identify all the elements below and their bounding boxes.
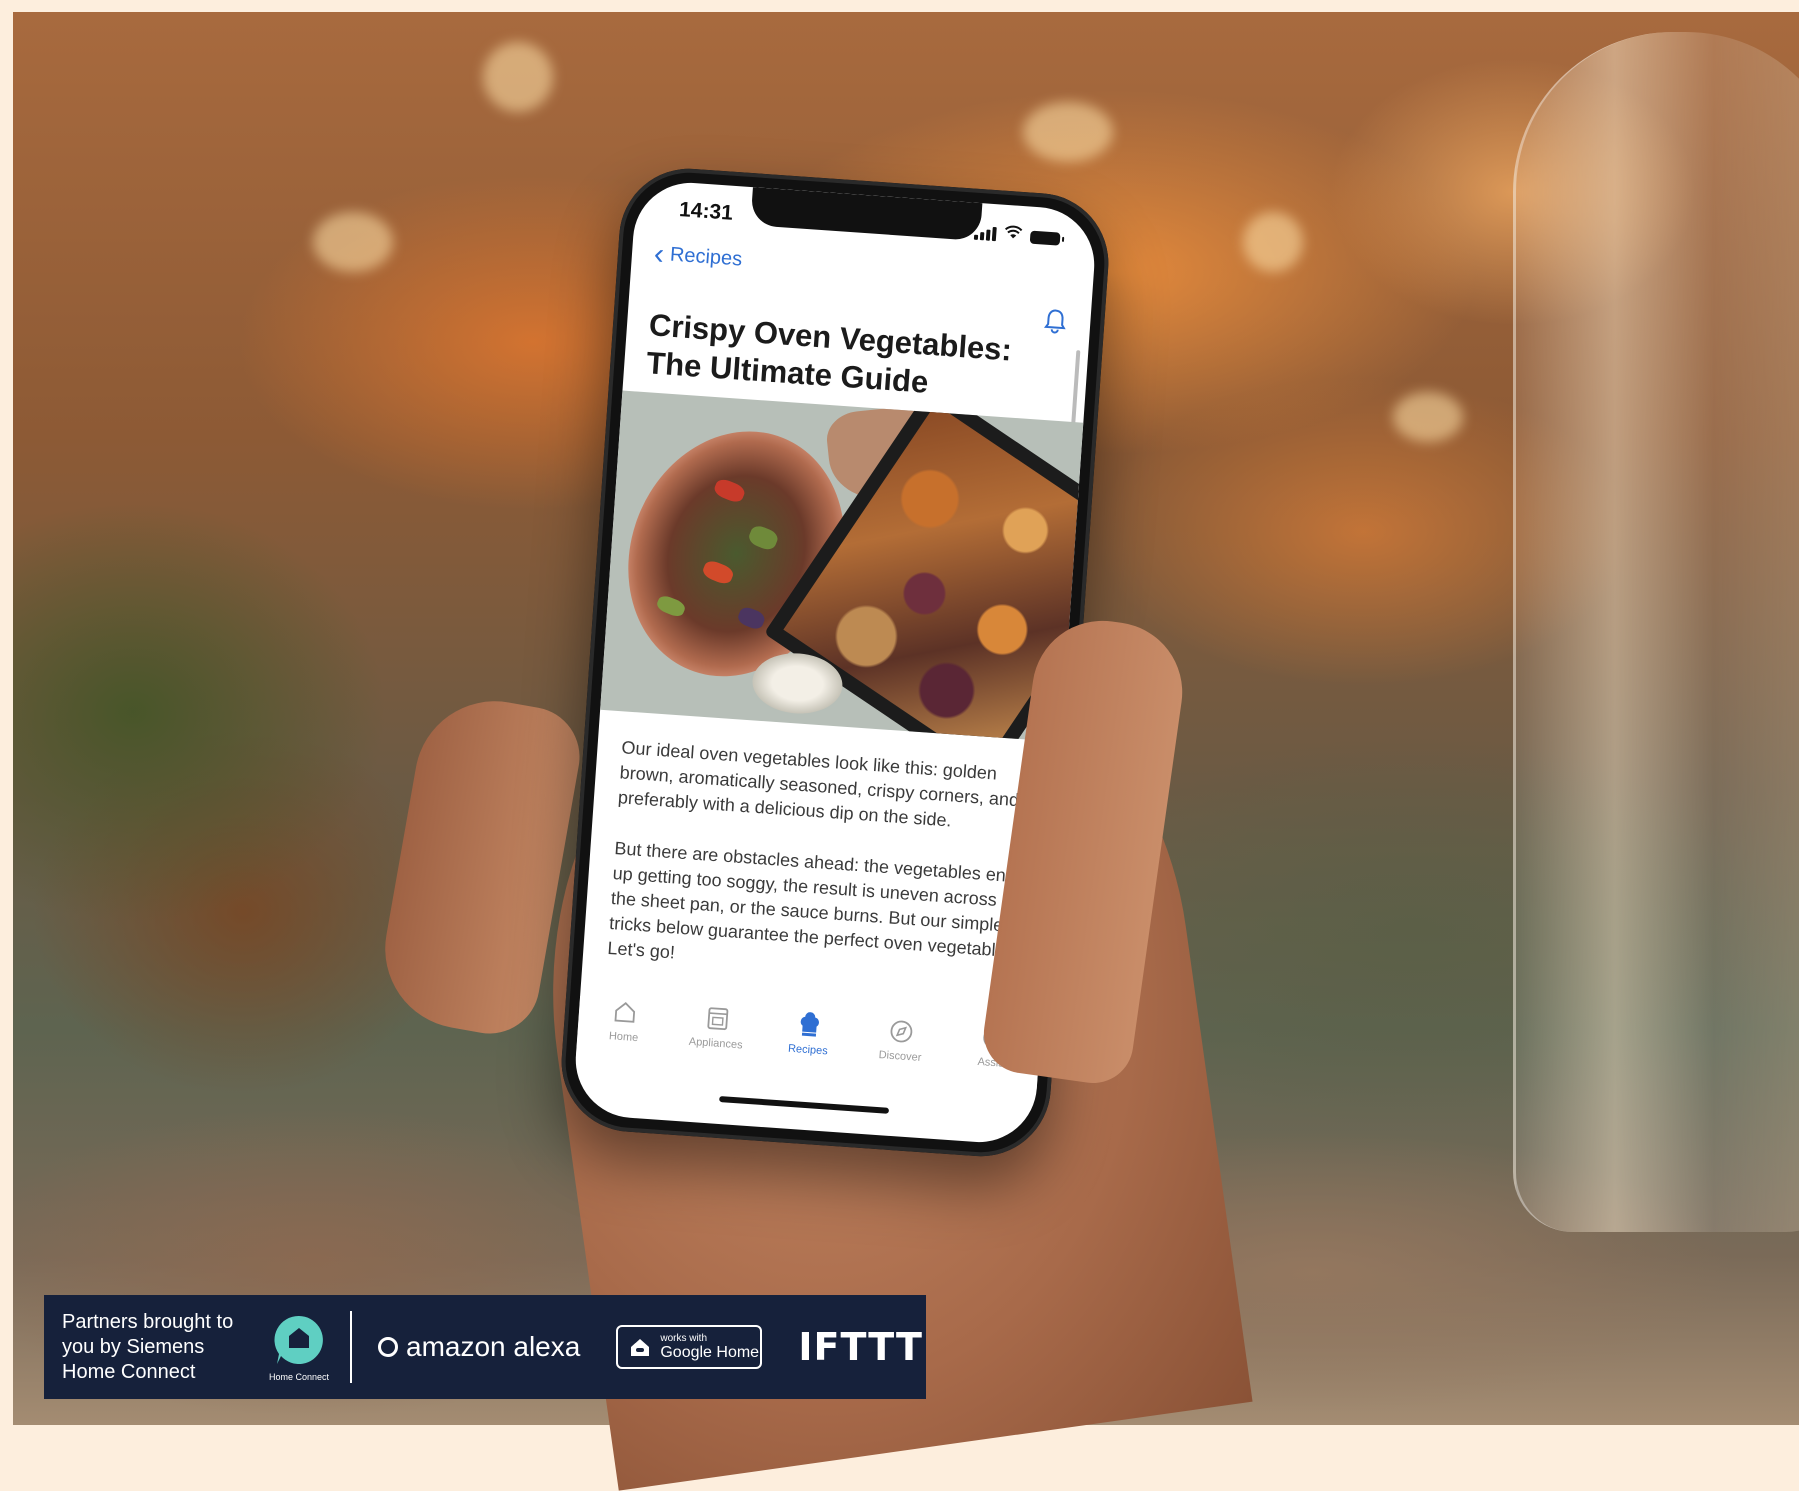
article-paragraph: Our ideal oven vegetables look like this…	[617, 737, 1020, 831]
status-icons	[973, 223, 1061, 246]
vegetable-piece	[700, 558, 736, 587]
signal-icon	[973, 226, 997, 242]
google-badge-big-text: Google Home	[660, 1343, 760, 1361]
wine-glass	[1513, 32, 1799, 1232]
partner-banner: Partners brought to you by Siemens Home …	[44, 1295, 926, 1399]
alexa-ring-icon	[378, 1337, 398, 1357]
home-connect-icon	[274, 1315, 323, 1364]
tab-appliances[interactable]: Appliances	[675, 1003, 758, 1052]
tab-label: Discover	[878, 1049, 922, 1064]
home-connect-logo: Home Connect	[262, 1312, 336, 1382]
home-connect-label: Home Connect	[268, 1372, 330, 1382]
vegetable-piece	[746, 523, 781, 553]
compass-icon	[890, 1020, 913, 1043]
back-button-label: Recipes	[669, 243, 743, 271]
bell-icon[interactable]	[1043, 308, 1067, 335]
vegetable-piece	[712, 476, 747, 505]
house-icon	[614, 1002, 636, 1023]
oven-icon	[707, 1007, 728, 1031]
google-badge-small-text: works with	[660, 1332, 708, 1344]
chevron-left-icon: ‹	[652, 236, 666, 271]
ifttt-logo: IFTTT	[798, 1325, 923, 1369]
amazon-alexa-logo: amazon alexa	[378, 1331, 580, 1363]
battery-icon	[1029, 230, 1061, 246]
tab-discover[interactable]: Discover	[860, 1016, 943, 1065]
home-indicator[interactable]	[719, 1095, 890, 1114]
bokeh-light	[1243, 212, 1303, 272]
phone-notch	[750, 187, 983, 242]
works-with-google-home-badge: works with Google Home	[616, 1325, 763, 1369]
article-paragraph: But there are obstacles ahead: the veget…	[606, 838, 1021, 963]
tab-home[interactable]: Home	[583, 996, 666, 1045]
wifi-icon	[1004, 225, 1023, 243]
partner-text: Partners brought to you by Siemens Home …	[62, 1310, 234, 1383]
chef-hat-icon	[800, 1012, 819, 1037]
tab-label: Home	[608, 1030, 639, 1045]
vegetable-piece	[735, 604, 767, 632]
bokeh-light	[1393, 392, 1463, 442]
bokeh-light	[483, 42, 553, 112]
tab-recipes[interactable]: Recipes	[768, 1009, 851, 1058]
status-time: 14:31	[678, 198, 734, 225]
article-body: Our ideal oven vegetables look like this…	[605, 735, 1034, 1015]
back-button[interactable]: ‹ Recipes	[652, 236, 743, 271]
recipe-hero-image	[600, 390, 1084, 742]
tab-label: Recipes	[787, 1042, 829, 1058]
bokeh-light	[1023, 102, 1113, 162]
banner-divider	[350, 1311, 352, 1383]
alexa-label: amazon alexa	[406, 1331, 581, 1362]
bokeh-light	[313, 212, 393, 272]
vegetable-piece	[655, 593, 687, 619]
tab-label: Appliances	[688, 1035, 743, 1052]
google-home-icon	[631, 1339, 650, 1356]
